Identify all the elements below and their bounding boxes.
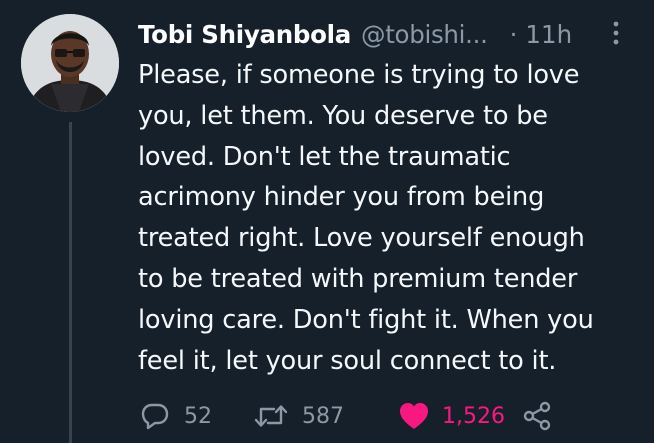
tweet-text: Please, if someone is trying to love you… <box>138 55 648 381</box>
like-button[interactable]: 1,526 <box>398 396 505 436</box>
tweet-text-line: loving care. Don't fight it. When you <box>138 304 594 335</box>
profile-photo-icon <box>21 14 119 112</box>
tweet-card[interactable]: Tobi Shiyanbola @tobishi... · 11h Please… <box>0 0 654 443</box>
share-icon <box>522 401 552 431</box>
reply-count: 52 <box>184 403 212 429</box>
reply-button[interactable]: 52 <box>140 396 212 436</box>
retweet-icon <box>254 401 288 431</box>
tweet-timestamp[interactable]: 11h <box>525 20 572 49</box>
retweet-button[interactable]: 587 <box>254 396 344 436</box>
more-options-icon[interactable] <box>609 18 623 48</box>
tweet-text-line: you, let them. You deserve to be <box>138 100 548 131</box>
retweet-count: 587 <box>302 403 344 429</box>
tweet-text-line: acrimony hinder you from being <box>138 182 545 213</box>
tweet-text-line: treated right. Love yourself enough <box>138 223 585 254</box>
tweet-text-line: Please, if someone is trying to love <box>138 60 580 90</box>
author-handle[interactable]: @tobishi... <box>361 20 488 49</box>
thread-line <box>69 122 72 443</box>
share-button[interactable] <box>522 396 552 436</box>
tweet-text-line: feel it, let your soul connect to it. <box>138 345 557 376</box>
tweet-text-line: loved. Don't let the traumatic <box>138 141 511 172</box>
tweet-text-line: to be treated with premium tender <box>138 263 578 294</box>
author-avatar[interactable] <box>21 14 119 112</box>
header-separator: · <box>509 19 518 49</box>
tweet-actions-bar: 52 587 1,526 <box>140 396 620 436</box>
tweet-header: Tobi Shiyanbola @tobishi... · 11h <box>138 14 638 54</box>
reply-icon <box>140 401 170 431</box>
author-display-name[interactable]: Tobi Shiyanbola <box>138 20 351 49</box>
heart-icon <box>398 401 430 431</box>
like-count: 1,526 <box>442 403 505 429</box>
